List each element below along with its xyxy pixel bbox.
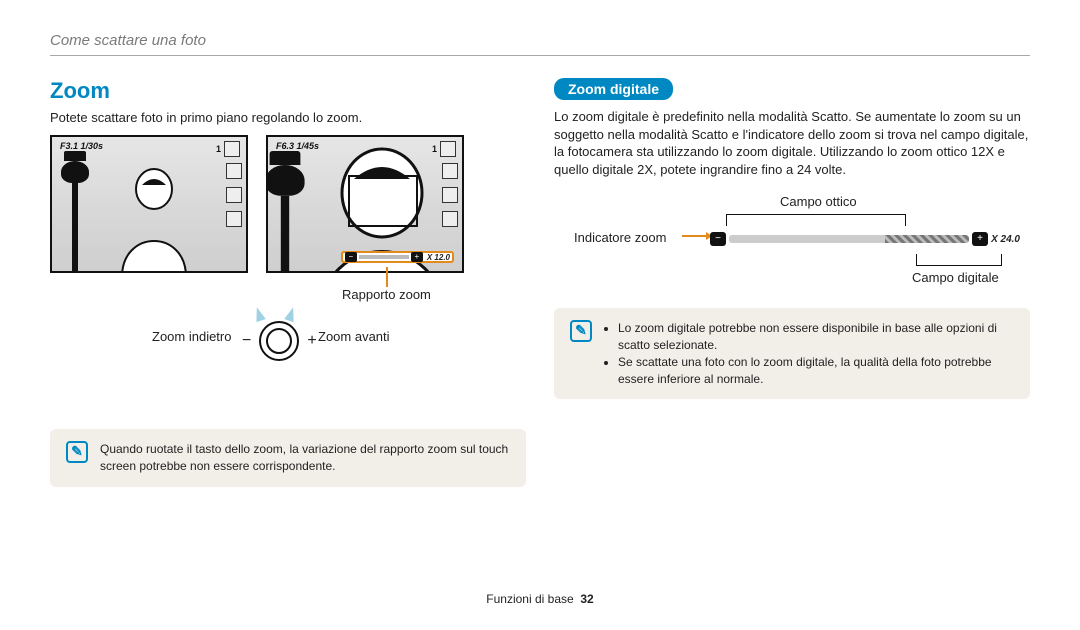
arrow-right-icon: [284, 306, 298, 322]
zoom-track: [729, 235, 969, 243]
osd-shot-count: 1: [216, 144, 221, 154]
zoom-plus-icon: +: [972, 232, 988, 246]
mode-icon: [226, 163, 242, 179]
dial-plus: +: [307, 332, 316, 350]
digital-segment: [885, 235, 969, 243]
camera-preview-zoomed: F6.3 1/45s 1: [266, 135, 464, 273]
note-item: Lo zoom digitale potrebbe non essere dis…: [618, 320, 1014, 354]
heading-zoom: Zoom: [50, 78, 526, 104]
note-box: ✎ Lo zoom digitale potrebbe non essere d…: [554, 308, 1030, 399]
bracket-optical: [726, 214, 906, 226]
label-zoom-indicator: Indicatore zoom: [574, 230, 667, 245]
osd-exposure: F3.1 1/30s: [60, 141, 103, 151]
intro-text: Potete scattare foto in primo piano rego…: [50, 110, 526, 125]
zoom-ratio-value: X 12.0: [427, 253, 450, 262]
zoom-dial: [259, 321, 299, 361]
battery-icon: [224, 141, 240, 157]
arrow-left-icon: [252, 306, 266, 322]
note-list: Lo zoom digitale potrebbe non essere dis…: [604, 320, 1014, 387]
preview-row: F3.1 1/30s 1: [50, 135, 526, 273]
label-zoom-out: Zoom indietro: [152, 329, 231, 344]
zoom-ratio-indicator: − + X 12.0: [341, 251, 454, 263]
footer-section: Funzioni di base: [486, 592, 573, 606]
callout-line: [386, 267, 388, 287]
page-footer: Funzioni di base 32: [0, 592, 1080, 606]
zoom-indicator-diagram: Campo ottico Indicatore zoom − + X 24.0 …: [554, 190, 1030, 300]
zoom-minus-icon: −: [710, 232, 726, 246]
zoom-plus-icon: +: [411, 252, 423, 262]
note-item: Se scattate una foto con lo zoom digital…: [618, 354, 1014, 388]
label-zoom-in: Zoom avanti: [318, 329, 390, 344]
zoom-minus-icon: −: [345, 252, 357, 262]
dial-minus: −: [242, 332, 251, 350]
pointer-arrow: [682, 235, 708, 237]
bracket-digital: [916, 254, 1002, 266]
camera-preview-wide: F3.1 1/30s 1: [50, 135, 248, 273]
info-icon: ✎: [570, 320, 592, 342]
flash-icon: [226, 187, 242, 203]
footer-page: 32: [580, 592, 593, 606]
zoom-max-value: X 24.0: [991, 234, 1020, 245]
label-optical-range: Campo ottico: [780, 194, 857, 209]
subheading-digital-zoom: Zoom digitale: [554, 78, 673, 100]
note-box: ✎ Quando ruotate il tasto dello zoom, la…: [50, 429, 526, 487]
label-digital-range: Campo digitale: [912, 270, 999, 285]
focus-rect: [348, 175, 418, 227]
note-text: Quando ruotate il tasto dello zoom, la v…: [100, 441, 510, 475]
paragraph-digital-zoom: Lo zoom digitale è predefinito nella mod…: [554, 108, 1030, 178]
breadcrumb: Come scattare una foto: [50, 32, 1030, 49]
label-zoom-ratio: Rapporto zoom: [342, 287, 431, 302]
info-icon: ✎: [66, 441, 88, 463]
divider: [50, 55, 1030, 56]
stabilizer-icon: [226, 211, 242, 227]
subject-silhouette: [92, 159, 212, 273]
